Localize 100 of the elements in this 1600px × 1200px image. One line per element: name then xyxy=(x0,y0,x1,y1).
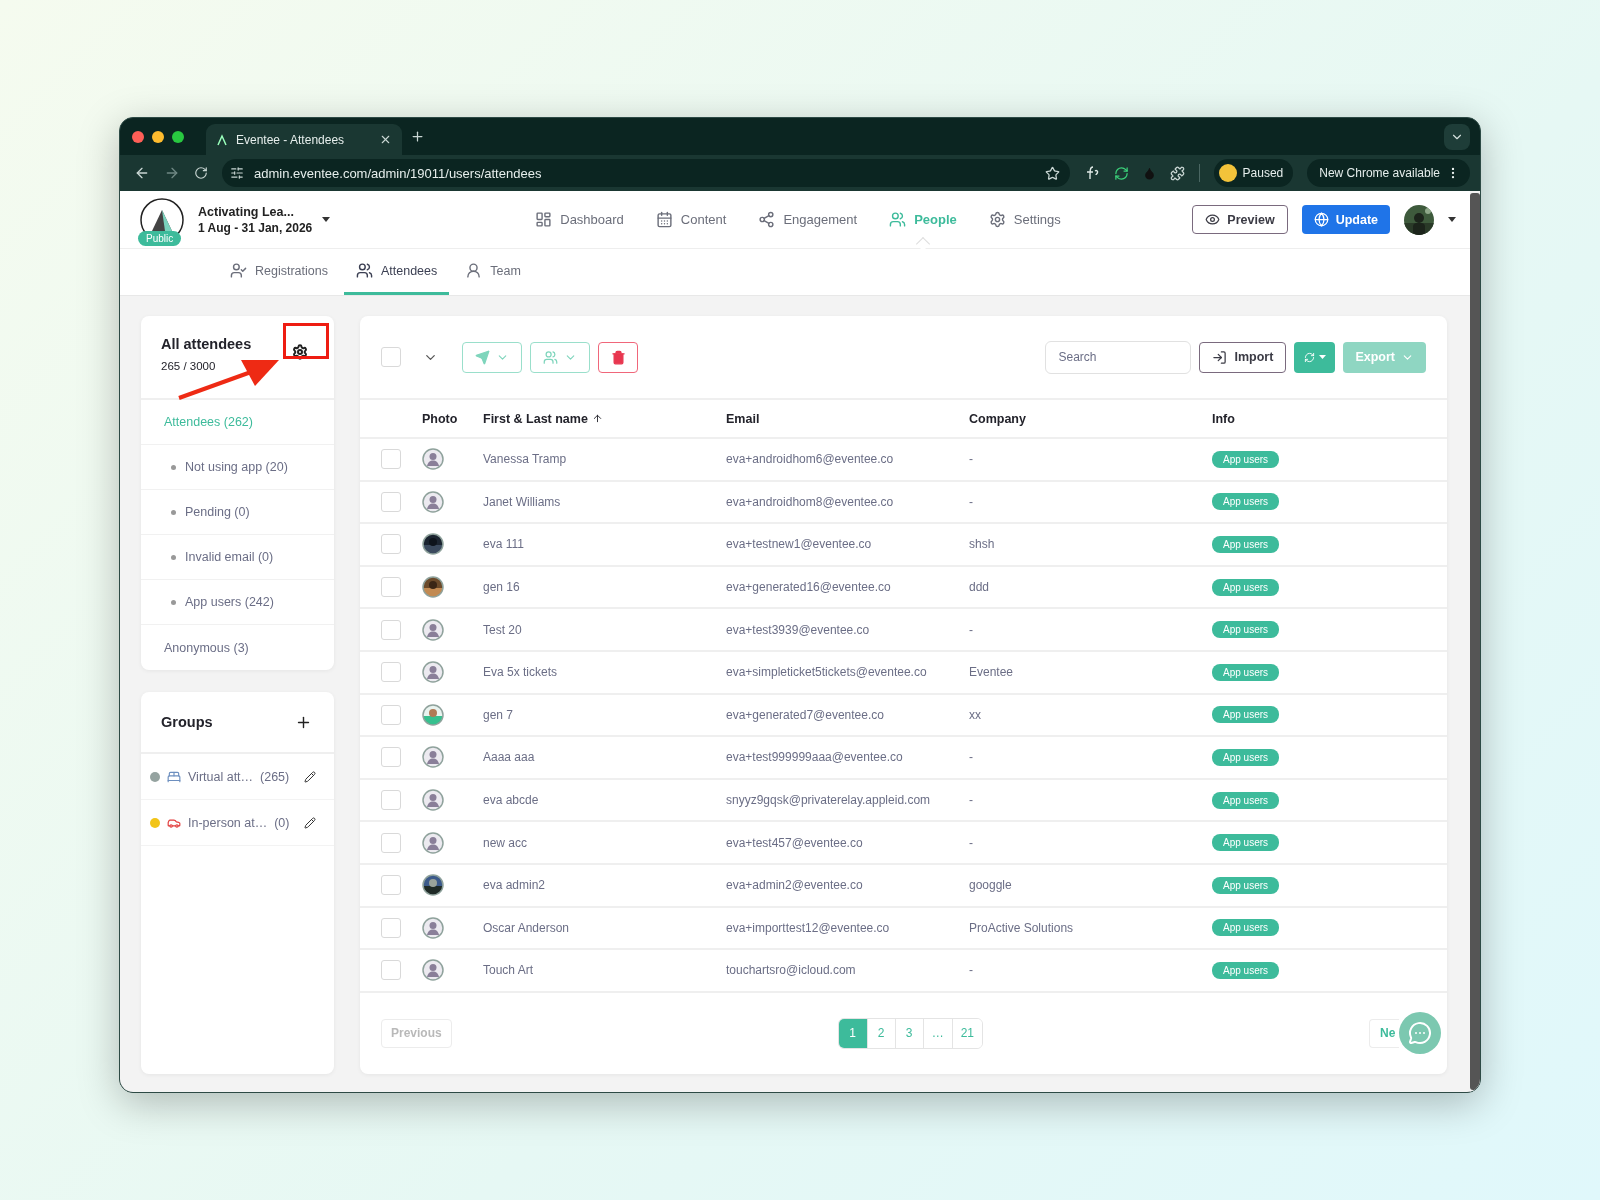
search-field[interactable]: Search xyxy=(1044,340,1191,374)
row-checkbox[interactable] xyxy=(381,662,401,683)
info-tag: App users xyxy=(1212,961,1280,979)
scrollbar[interactable] xyxy=(1470,193,1480,1090)
calendar-icon xyxy=(655,211,673,228)
column-header[interactable]: Email xyxy=(726,411,760,426)
company-cell: shsh xyxy=(969,537,995,552)
attendee-count: 265 / 3000 xyxy=(161,360,217,372)
select-all-checkbox[interactable] xyxy=(381,347,401,367)
sub-tab[interactable]: Team xyxy=(453,249,533,295)
row-checkbox[interactable] xyxy=(381,960,401,981)
filter-item[interactable]: App users (242) xyxy=(141,580,334,625)
edit-icon[interactable] xyxy=(304,816,316,829)
name-cell: Aaaa aaa xyxy=(483,750,535,765)
column-header[interactable]: Info xyxy=(1212,411,1235,426)
reload-icon[interactable] xyxy=(194,166,208,180)
people-icon xyxy=(889,211,907,228)
name-cell: eva 111 xyxy=(483,537,524,552)
chat-icon xyxy=(1408,1021,1432,1046)
filter-item[interactable]: Pending (0) xyxy=(141,490,334,535)
minimize-window-icon[interactable] xyxy=(152,130,164,143)
info-tag: App users xyxy=(1212,663,1280,681)
group-label: Virtual att… (265) xyxy=(188,769,291,784)
row-checkbox[interactable] xyxy=(381,704,401,725)
back-icon[interactable] xyxy=(134,165,150,181)
filter-item[interactable]: Not using app (20) xyxy=(141,445,334,490)
import-button[interactable]: Import xyxy=(1198,341,1287,373)
highlight-box xyxy=(283,323,329,359)
row-checkbox[interactable] xyxy=(381,619,401,640)
delete-button[interactable] xyxy=(598,341,638,373)
sort-arrow-icon xyxy=(591,413,603,424)
forward-icon[interactable] xyxy=(164,165,180,181)
maximize-window-icon[interactable] xyxy=(172,130,184,143)
trash-icon xyxy=(610,349,626,365)
site-settings-icon[interactable] xyxy=(230,166,244,180)
caret-icon[interactable] xyxy=(1448,217,1456,222)
row-checkbox[interactable] xyxy=(381,449,401,470)
close-window-icon[interactable] xyxy=(132,130,144,143)
column-header[interactable]: Company xyxy=(969,411,1026,426)
update-chrome-button[interactable]: New Chrome available xyxy=(1307,159,1470,187)
nav-tab[interactable]: Settings xyxy=(988,211,1061,228)
nav-tab[interactable]: Content xyxy=(655,211,727,228)
card-title: All attendees xyxy=(161,336,252,352)
email-cell: eva+importtest12@eventee.co xyxy=(726,920,890,935)
group-item[interactable]: In-person at… (0) xyxy=(141,800,334,846)
preview-button[interactable]: Preview xyxy=(1192,205,1288,234)
name-cell: eva abcde xyxy=(483,793,539,808)
info-tag: App users xyxy=(1212,493,1280,511)
column-header[interactable]: Photo xyxy=(422,411,458,426)
info-tag: App users xyxy=(1212,621,1280,639)
company-cell: - xyxy=(969,750,973,765)
update-button[interactable]: Update xyxy=(1301,205,1390,234)
send-button[interactable] xyxy=(462,341,522,373)
new-tab-icon[interactable] xyxy=(410,129,425,144)
filter-label: Invalid email (0) xyxy=(185,550,274,564)
row-checkbox[interactable] xyxy=(381,790,401,811)
people-icon xyxy=(543,349,558,365)
close-icon[interactable] xyxy=(379,133,392,146)
company-cell: - xyxy=(969,793,973,808)
default-avatar-icon xyxy=(422,916,444,939)
row-checkbox[interactable] xyxy=(381,917,401,938)
default-avatar-icon xyxy=(422,618,444,641)
address-bar[interactable]: admin.eventee.com/admin/19011/users/attendees xyxy=(222,159,1070,187)
group-label: In-person at… (0) xyxy=(188,815,291,830)
row-checkbox[interactable] xyxy=(381,491,401,512)
column-header[interactable]: First & Last name xyxy=(483,411,603,426)
nav-tab[interactable]: Engagement xyxy=(758,211,858,228)
info-tag: App users xyxy=(1212,450,1280,468)
bed-icon xyxy=(167,769,181,784)
filter-item[interactable]: Invalid email (0) xyxy=(141,535,334,580)
filter-item[interactable]: Anonymous (3) xyxy=(141,625,334,670)
row-checkbox[interactable] xyxy=(381,747,401,768)
info-tag: App users xyxy=(1212,748,1280,766)
browser-tab[interactable]: Eventee - Attendees xyxy=(206,124,402,155)
filter-label: Pending (0) xyxy=(185,505,250,519)
extensions-puzzle-icon[interactable] xyxy=(1169,165,1185,181)
sync-icon xyxy=(1303,351,1315,363)
row-checkbox[interactable] xyxy=(381,534,401,555)
sync-button[interactable] xyxy=(1294,341,1336,373)
row-checkbox[interactable] xyxy=(381,577,401,598)
email-cell: eva+test457@eventee.co xyxy=(726,835,863,850)
default-avatar-icon xyxy=(422,959,444,982)
row-checkbox[interactable] xyxy=(381,875,401,896)
group-item[interactable]: Virtual att… (265) xyxy=(141,754,334,800)
info-tag: App users xyxy=(1212,791,1280,809)
nav-tab[interactable]: Dashboard xyxy=(535,211,624,228)
chat-button[interactable] xyxy=(1399,1012,1441,1055)
default-avatar-icon xyxy=(422,661,444,684)
edit-icon[interactable] xyxy=(304,770,316,783)
email-cell: eva+test999999aaa@eventee.co xyxy=(726,750,903,765)
profile-button[interactable]: Paused xyxy=(1213,159,1294,187)
sub-tab[interactable]: Attendees xyxy=(343,249,450,295)
caret-icon[interactable] xyxy=(322,217,331,222)
caret-icon xyxy=(1318,355,1326,359)
tab-list-button[interactable] xyxy=(1444,123,1470,150)
sub-tab[interactable]: Registrations xyxy=(218,249,340,295)
row-checkbox[interactable] xyxy=(381,832,401,853)
bookmark-star-icon[interactable] xyxy=(1044,165,1060,181)
email-cell: eva+simpleticket5tickets@eventee.co xyxy=(726,665,927,680)
import-icon xyxy=(1211,349,1227,365)
